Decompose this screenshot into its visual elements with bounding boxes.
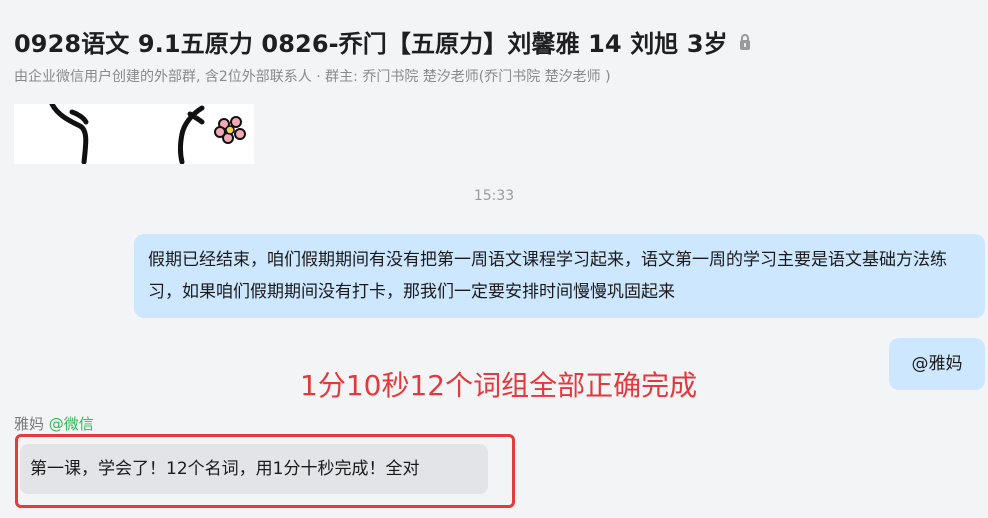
sender-name[interactable]: 雅妈 bbox=[14, 415, 44, 433]
outgoing-message-bubble[interactable]: 假期已经结束，咱们假期期间有没有把第一周语文课程学习起来，语文第一周的学习主要是… bbox=[134, 234, 985, 318]
chat-subtitle: 由企业微信用户创建的外部群, 含2位外部联系人 · 群主: 乔门书院 楚汐老师(… bbox=[14, 69, 611, 85]
chat-header: 0928语文 9.1五原力 0826-乔门【五原力】刘馨雅 14 刘旭 3岁 由… bbox=[0, 0, 988, 96]
incoming-message-bubble[interactable]: 第一课，学会了！12个名词，用1分十秒完成！全对 bbox=[20, 444, 488, 494]
sender-source-tag: @微信 bbox=[48, 415, 94, 433]
sender-label: 雅妈 @微信 bbox=[14, 413, 94, 434]
sticker-image[interactable] bbox=[14, 104, 254, 164]
chat-title[interactable]: 0928语文 9.1五原力 0826-乔门【五原力】刘馨雅 14 刘旭 3岁 bbox=[14, 24, 728, 59]
outgoing-mention-bubble[interactable]: @雅妈 bbox=[889, 338, 985, 390]
chat-window: 0928语文 9.1五原力 0826-乔门【五原力】刘馨雅 14 刘旭 3岁 由… bbox=[0, 0, 988, 518]
message-timestamp: 15:33 bbox=[473, 188, 515, 204]
lock-icon bbox=[738, 33, 752, 51]
red-annotation-text: 1分10秒12个词组全部正确完成 bbox=[300, 369, 698, 402]
title-row: 0928语文 9.1五原力 0826-乔门【五原力】刘馨雅 14 刘旭 3岁 bbox=[14, 24, 752, 59]
